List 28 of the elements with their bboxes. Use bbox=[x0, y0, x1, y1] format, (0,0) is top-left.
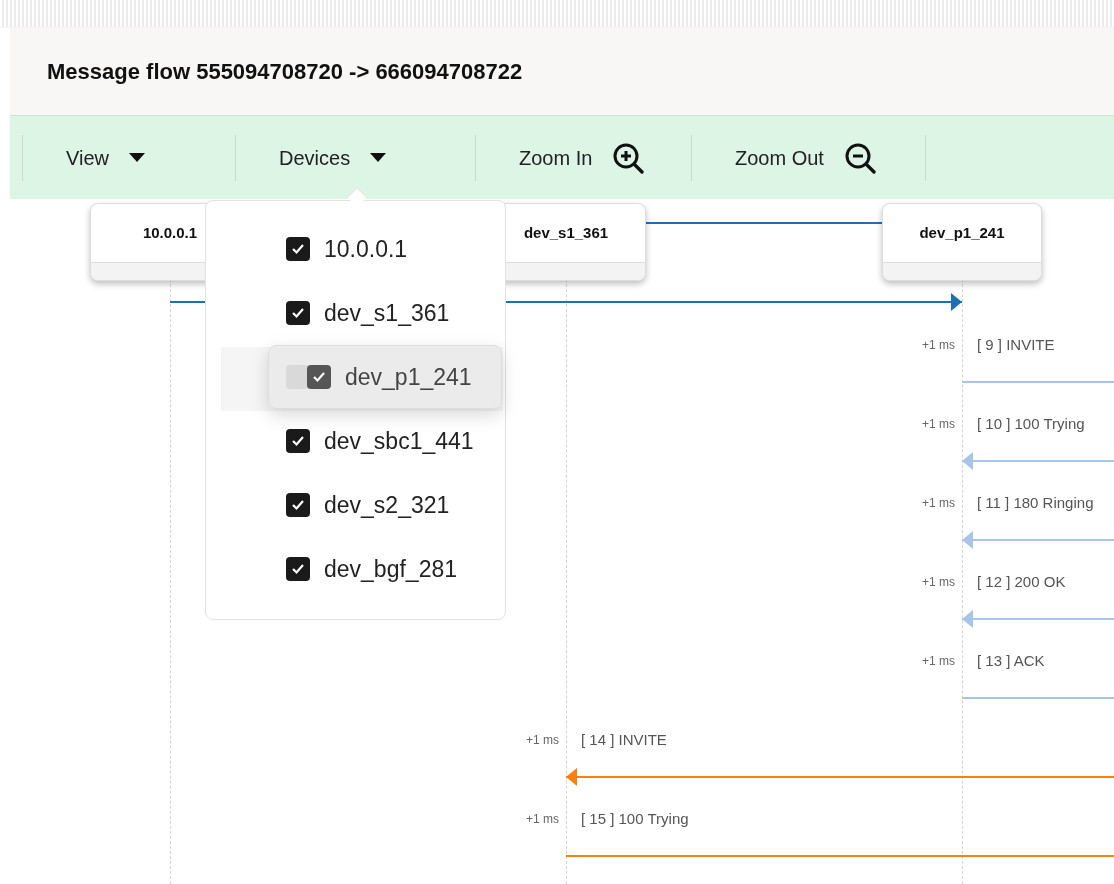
zoom-button[interactable]: Zoom Out bbox=[735, 127, 876, 188]
message-label[interactable]: [ 14 ] INVITE bbox=[581, 729, 667, 752]
menu-button[interactable]: Devices bbox=[279, 127, 387, 188]
message-label[interactable]: [ 12 ] 200 OK bbox=[977, 571, 1066, 594]
dragged-menu-item[interactable]: dev_p1_241 bbox=[268, 345, 502, 409]
message-label[interactable]: [ 10 ] 100 Trying bbox=[977, 413, 1085, 436]
message-time: +1 ms bbox=[921, 337, 955, 354]
menu-item[interactable]: dev_bgf_281 bbox=[206, 537, 505, 601]
message-time: +1 ms bbox=[921, 574, 955, 591]
lifeline-name: 10.0.0.1 bbox=[142, 222, 198, 243]
menu-button[interactable]: View bbox=[66, 127, 145, 188]
message-time: +1 ms bbox=[921, 416, 955, 433]
lifeline-name: dev_s1_361 bbox=[523, 222, 609, 243]
zoom-button[interactable]: Zoom In bbox=[519, 127, 645, 188]
menu-item[interactable]: dev_s2_321 bbox=[206, 473, 505, 537]
lifeline-name: dev_p1_241 bbox=[919, 222, 1005, 243]
message-label[interactable]: [ 15 ] 100 Trying bbox=[581, 808, 689, 831]
menu-item[interactable]: 10.0.0.1 bbox=[206, 217, 505, 281]
menu-item[interactable]: dev_s1_361 bbox=[206, 281, 505, 345]
message-label[interactable]: [ 11 ] 180 Ringing bbox=[977, 492, 1094, 515]
message-label[interactable]: [ 13 ] ACK bbox=[977, 650, 1045, 673]
message-label[interactable]: [ 9 ] INVITE bbox=[977, 334, 1055, 357]
menu-item[interactable]: dev_sbc1_441 bbox=[206, 409, 505, 473]
page-title: Message flow 555094708720 -> 666094708722 bbox=[47, 58, 523, 86]
message-time: +1 ms bbox=[921, 653, 955, 670]
message-time: +1 ms bbox=[525, 732, 559, 749]
message-time: +1 ms bbox=[525, 811, 559, 828]
message-time: +1 ms bbox=[921, 495, 955, 512]
